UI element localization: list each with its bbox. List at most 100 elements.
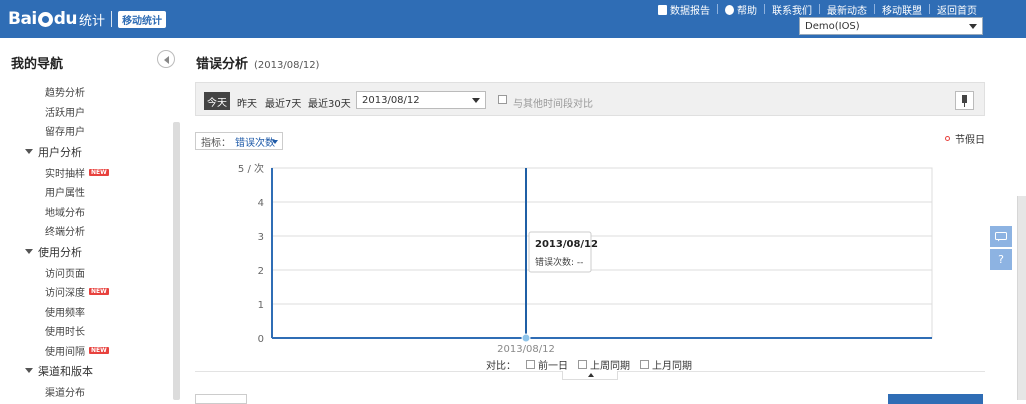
bottom-left-button[interactable] [195,394,247,404]
holiday-dot-icon [945,136,950,141]
sidebar-scrollbar[interactable] [173,122,180,400]
new-badge: NEW [89,168,109,176]
y-tick-label: 3 [258,232,264,243]
link-mobile-union[interactable]: 移动联盟 [875,2,929,17]
y-tick-label: 2 [258,266,264,277]
sidebar-item-0[interactable]: 趋势分析 [0,82,172,102]
sidebar-item-label: 趋势分析 [45,88,85,100]
sidebar-group-14[interactable]: 渠道和版本 [0,360,172,382]
yesterday-link[interactable]: 昨天 [237,95,257,110]
sidebar-item-label: 使用频率 [45,307,85,319]
chevron-down-icon [472,98,480,103]
collapse-sidebar-icon[interactable] [157,50,175,68]
holiday-toggle[interactable]: 节假日 [945,131,985,146]
last-7-days-link[interactable]: 最近7天 [265,95,301,110]
plot-frame [271,167,933,339]
sidebar-item-label: 地域分布 [45,207,85,219]
sidebar-item-2[interactable]: 留存用户 [0,121,172,141]
date-filter-bar: 今天 昨天 最近7天 最近30天 2013/08/12 与其他时间段对比 [195,82,985,116]
comment-icon[interactable] [990,226,1012,247]
data-point [521,333,531,343]
x-tick-label: 2013/08/12 [497,344,555,355]
sidebar-item-5[interactable]: 用户属性 [0,182,172,202]
compare-legend: 对比： 前一日 上周同期 上月同期 [486,357,692,372]
logo-du-text: du [53,9,78,29]
tooltip-value: 错误次数: -- [535,256,583,268]
caret-down-icon [25,368,33,374]
y-tick-label: 5 / 次 [238,162,264,175]
question-icon [725,4,734,15]
compare-last-month[interactable]: 上月同期 [640,357,692,372]
sidebar-item-label: 终端分析 [45,227,85,239]
y-tick-label: 1 [258,300,264,311]
sidebar-item-1[interactable]: 活跃用户 [0,102,172,122]
checkbox[interactable] [640,360,649,369]
logo-tongji-text: 统计 [79,13,106,29]
y-tick-label: 0 [258,334,264,345]
today-button[interactable]: 今天 [204,92,230,110]
sidebar-item-15[interactable]: 渠道分布 [0,382,172,402]
sidebar-item-label: 访问页面 [45,268,85,280]
link-news[interactable]: 最新动态 [820,2,874,17]
sidebar-item-7[interactable]: 终端分析 [0,221,172,241]
sidebar-item-label: 使用时长 [45,327,85,339]
logo-bai-text: Bai [8,9,37,29]
link-home[interactable]: 返回首页 [930,2,984,17]
sidebar-item-12[interactable]: 使用时长 [0,321,172,341]
top-bar: Bai du 统计 移动统计 数据报告 帮助 联系我们 最新动态 移动联盟 返回… [0,0,1026,38]
sidebar-group-8[interactable]: 使用分析 [0,241,172,263]
metric-select[interactable]: 指标： 错误次数 [195,132,283,150]
sidebar-title: 我的导航 [11,57,64,72]
sidebar-item-13[interactable]: 使用间隔 NEW [0,341,172,361]
link-contact[interactable]: 联系我们 [765,2,819,17]
sidebar-item-label: 实时抽样 [45,168,85,180]
sidebar-group-3[interactable]: 用户分析 [0,141,172,163]
sidebar: 我的导航 趋势分析活跃用户留存用户用户分析实时抽样 NEW 用户属性地域分布终端分析… [0,38,183,400]
sidebar-item-6[interactable]: 地域分布 [0,202,172,222]
date-picker[interactable]: 2013/08/12 [356,91,486,109]
bottom-right-button[interactable] [888,394,983,404]
compare-period-checkbox[interactable] [498,95,507,104]
page-scrollbar[interactable] [1017,196,1026,400]
baidu-tongji-logo[interactable]: Bai du 统计 移动统计 [8,6,167,32]
link-data-report[interactable]: 数据报告 [651,2,717,17]
sidebar-item-label: 留存用户 [45,127,85,139]
compare-last-week[interactable]: 上周同期 [578,357,630,372]
collapse-chart-tab[interactable] [562,371,618,380]
last-30-days-link[interactable]: 最近30天 [308,95,351,110]
help-icon[interactable]: ? [990,249,1012,270]
chevron-down-icon [272,140,278,144]
checkbox[interactable] [526,360,535,369]
sidebar-item-label: 渠道分布 [45,388,85,400]
mobile-stats-badge: 移动统计 [118,10,167,28]
pin-button[interactable] [955,91,974,110]
sidebar-item-label: 用户属性 [45,188,85,200]
sidebar-nav: 趋势分析活跃用户留存用户用户分析实时抽样 NEW 用户属性地域分布终端分析使用分析访… [0,82,172,402]
sidebar-item-10[interactable]: 访问深度 NEW [0,282,172,302]
chevron-down-icon [969,24,977,29]
metric-value: 错误次数 [235,137,275,149]
tooltip-title: 2013/08/12 [535,239,598,250]
caret-down-icon [25,148,33,154]
floating-tools: ? [990,226,1012,272]
sidebar-item-label: 渠道和版本 [38,365,93,379]
sidebar-item-11[interactable]: 使用频率 [0,302,172,322]
new-badge: NEW [89,288,109,296]
date-picker-value: 2013/08/12 [362,94,420,106]
app-select[interactable]: Demo(IOS) [799,17,983,35]
caret-down-icon [25,248,33,254]
sidebar-item-9[interactable]: 访问页面 [0,262,172,282]
checkbox[interactable] [578,360,587,369]
error-count-chart: 0 1 2 3 4 5 / 次 2013/08/12 2013/08/12 错误次数: -- [238,162,933,355]
compare-legend-label: 对比： [486,361,516,372]
sidebar-item-4[interactable]: 实时抽样 NEW [0,162,172,182]
compare-previous-day[interactable]: 前一日 [526,357,568,372]
sidebar-item-label: 使用分析 [38,245,82,259]
logo-divider [111,11,113,27]
top-links: 数据报告 帮助 联系我们 最新动态 移动联盟 返回首页 [651,2,984,17]
document-icon [658,4,667,15]
sidebar-item-label: 访问深度 [45,288,85,300]
link-help[interactable]: 帮助 [718,2,764,17]
page-title-date: (2013/08/12) [254,60,320,71]
app-select-value: Demo(IOS) [805,20,860,32]
